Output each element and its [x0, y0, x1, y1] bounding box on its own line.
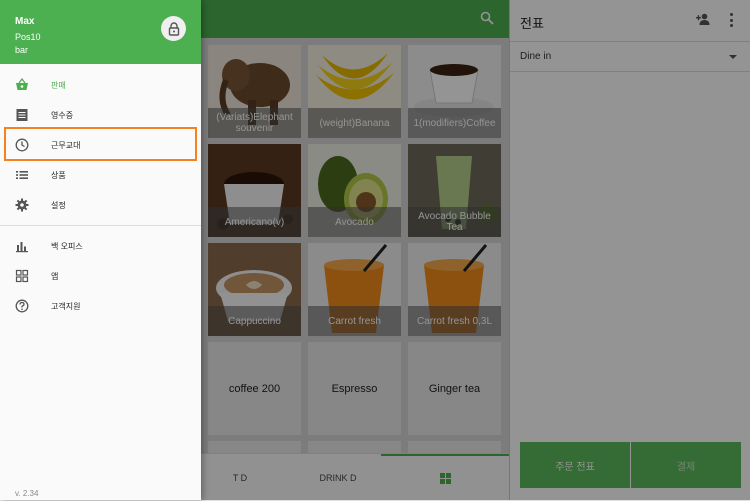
drawer-item-label: 고객지원	[51, 302, 81, 311]
highlight-box	[4, 127, 197, 161]
help-icon	[15, 299, 29, 313]
navigation-drawer: Max Pos10 bar 판매 영수증 근무교대 상품 설정 백 오피스 앱 …	[0, 0, 201, 500]
drawer-item-label: 앱	[51, 272, 59, 281]
drawer-item-label: 설정	[51, 201, 66, 210]
drawer-item-label: 판매	[51, 81, 66, 90]
bar-chart-icon	[16, 242, 28, 253]
drawer-item-support[interactable]: 고객지원	[0, 291, 201, 321]
user-name: Max	[15, 16, 35, 27]
pos-name: Pos10	[15, 32, 41, 42]
drawer-item-label: 백 오피스	[51, 242, 83, 251]
lock-button[interactable]	[161, 16, 186, 41]
drawer-item-apps[interactable]: 앱	[0, 261, 201, 291]
gear-icon	[15, 198, 29, 212]
apps-icon	[15, 269, 29, 283]
basket-icon	[16, 78, 28, 90]
drawer-item-receipts[interactable]: 영수증	[0, 100, 201, 130]
drawer-item-items[interactable]: 상품	[0, 160, 201, 190]
drawer-item-label: 상품	[51, 171, 66, 180]
drawer-header: Max Pos10 bar	[0, 0, 201, 64]
drawer-item-sales[interactable]: 판매	[0, 70, 201, 100]
store-name: bar	[15, 45, 29, 55]
drawer-item-settings[interactable]: 설정	[0, 190, 201, 220]
app-version: v. 2.34	[15, 489, 39, 498]
list-icon	[16, 171, 28, 179]
drawer-item-label: 영수증	[51, 111, 74, 120]
divider	[0, 225, 201, 226]
drawer-item-back-office[interactable]: 백 오피스	[0, 231, 201, 261]
receipt-icon	[16, 109, 28, 121]
lock-icon	[168, 21, 179, 36]
